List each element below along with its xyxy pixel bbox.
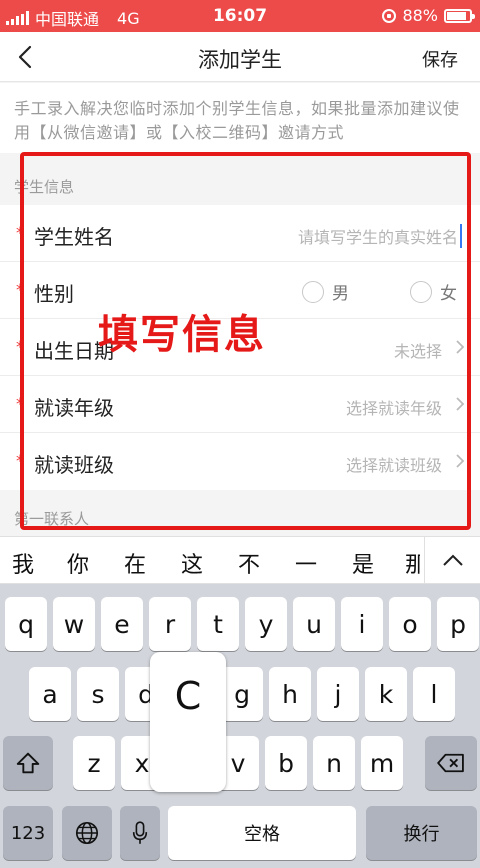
return-key[interactable]: 换行	[366, 806, 477, 860]
candidate[interactable]: 一	[295, 547, 317, 579]
nav-bar: 添加学生 保存	[0, 32, 480, 82]
candidate[interactable]: 在	[124, 547, 146, 579]
key-y[interactable]: y	[245, 597, 287, 651]
key-p[interactable]: p	[437, 597, 479, 651]
candidate[interactable]: 这	[181, 547, 203, 579]
ime-candidate-bar: 我 你 在 这 不 一 是 那	[0, 536, 480, 585]
globe-key[interactable]	[62, 806, 112, 860]
key-g[interactable]: g	[221, 667, 263, 721]
hint-text: 手工录入解决您临时添加个别学生信息，如果批量添加建议使用【从微信邀请】或【入校二…	[0, 83, 480, 153]
key-k[interactable]: k	[365, 667, 407, 721]
key-q[interactable]: q	[5, 597, 47, 651]
chevron-up-icon	[443, 554, 463, 566]
save-button[interactable]: 保存	[422, 46, 458, 72]
key-n[interactable]: n	[313, 736, 355, 790]
key-e[interactable]: e	[101, 597, 143, 651]
backspace-icon	[437, 753, 464, 773]
key-s[interactable]: s	[77, 667, 119, 721]
key-z[interactable]: z	[73, 736, 115, 790]
candidate[interactable]: 我	[12, 547, 34, 579]
shift-arrow-icon	[16, 752, 40, 774]
key-popup: C	[150, 652, 226, 792]
candidate[interactable]: 你	[67, 547, 89, 579]
key-a[interactable]: a	[29, 667, 71, 721]
microphone-key[interactable]	[120, 806, 160, 860]
key-j[interactable]: j	[317, 667, 359, 721]
key-l[interactable]: l	[413, 667, 455, 721]
key-h[interactable]: h	[269, 667, 311, 721]
page-title: 添加学生	[198, 48, 282, 72]
candidate[interactable]: 不	[238, 547, 260, 579]
key-m[interactable]: m	[361, 736, 403, 790]
key-b[interactable]: b	[265, 736, 307, 790]
backspace-key[interactable]	[425, 736, 477, 790]
candidate[interactable]: 是	[352, 547, 374, 579]
key-u[interactable]: u	[293, 597, 335, 651]
globe-icon	[75, 821, 99, 845]
key-t[interactable]: t	[197, 597, 239, 651]
expand-candidates-button[interactable]	[424, 537, 480, 585]
orientation-lock-icon	[382, 8, 397, 23]
candidate[interactable]: 那	[405, 547, 420, 579]
annotation-label: 填写信息	[98, 312, 266, 358]
battery-percent: 88%	[402, 6, 438, 25]
numbers-key[interactable]: 123	[3, 806, 53, 860]
shift-key[interactable]	[3, 736, 53, 790]
microphone-icon	[132, 821, 148, 844]
battery-icon	[444, 8, 475, 23]
key-i[interactable]: i	[341, 597, 383, 651]
space-key[interactable]: 空格	[168, 806, 356, 860]
key-w[interactable]: w	[53, 597, 95, 651]
key-r[interactable]: r	[149, 597, 191, 651]
status-bar: 中国联通 4G 16:07 88%	[0, 0, 480, 32]
key-o[interactable]: o	[389, 597, 431, 651]
